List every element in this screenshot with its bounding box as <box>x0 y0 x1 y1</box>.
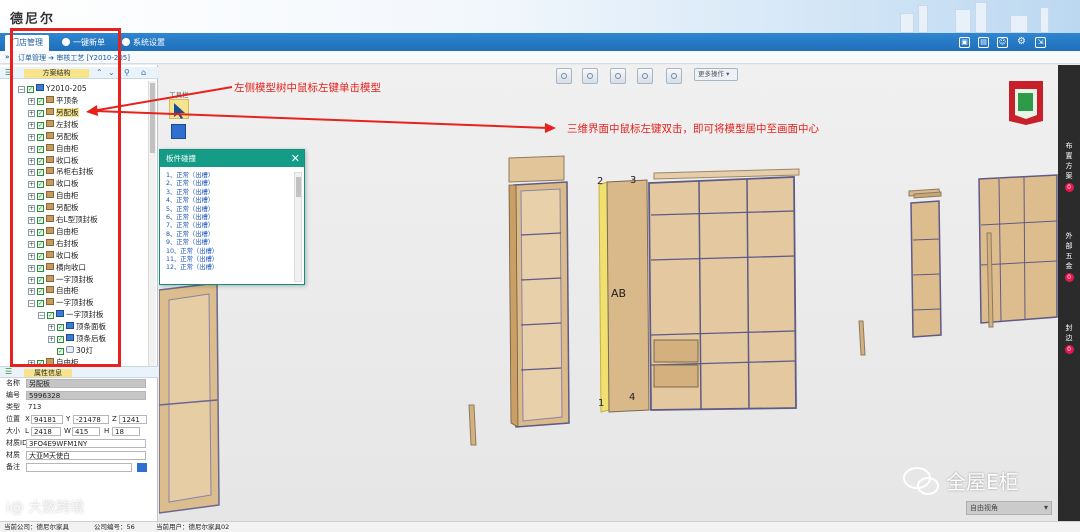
watermark: i@ 大数跨境 <box>6 500 85 516</box>
watermark: 全屋E柜 <box>946 470 1019 494</box>
wechat-icon <box>903 467 939 495</box>
status-user: 当前用户：德尼尔家具02 <box>156 523 230 531</box>
status-bar: 当前公司：德尼尔家具 公司编号：56 当前用户：德尼尔家具02 <box>0 521 1080 532</box>
annotation-right: 三维界面中鼠标左键双击，即可将模型居中至画面中心 <box>567 123 819 135</box>
annotation-arrow <box>94 110 549 129</box>
annotation-arrowhead <box>545 123 556 133</box>
annotation-arrows <box>86 86 556 133</box>
annotation-arrow <box>91 86 233 112</box>
status-company: 当前公司：德尼尔家具 <box>4 523 69 531</box>
annotation-left: 左侧模型树中鼠标左键单击模型 <box>234 82 381 94</box>
status-company-no: 公司编号：56 <box>94 523 135 531</box>
